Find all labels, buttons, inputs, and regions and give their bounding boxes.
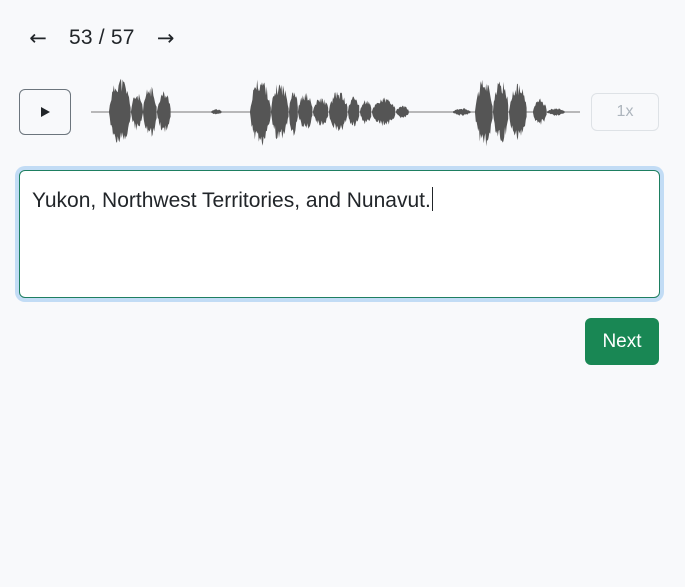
pagination: ← 53 / 57 →	[20, 22, 184, 54]
waveform-segment	[509, 83, 527, 141]
transcript-text: Yukon, Northwest Territories, and Nunavu…	[32, 189, 431, 212]
waveform-segment	[396, 105, 409, 119]
previous-item-button[interactable]: ←	[20, 22, 56, 54]
next-button[interactable]: Next	[585, 318, 659, 365]
waveform-segment	[250, 79, 271, 146]
play-button[interactable]	[19, 89, 71, 135]
waveform-segment	[143, 86, 157, 137]
waveform-segment	[372, 97, 396, 127]
waveform-segment	[360, 100, 372, 125]
waveform-segment	[313, 98, 329, 126]
waveform-segment	[289, 92, 298, 136]
waveform-segment	[271, 84, 289, 140]
waveform-segment	[475, 79, 493, 147]
item-counter: 53 / 57	[69, 26, 135, 49]
arrow-left-icon: ←	[29, 26, 47, 50]
waveform-segment	[157, 91, 171, 133]
waveform-segment	[329, 91, 348, 132]
waveform-segment	[211, 109, 222, 115]
waveform-segment	[109, 78, 131, 143]
waveform-segment	[131, 93, 143, 131]
waveform-segment	[493, 81, 509, 143]
text-cursor	[431, 187, 433, 211]
transcript-input[interactable]: Yukon, Northwest Territories, and Nunavu…	[19, 170, 660, 298]
waveform-segment	[298, 92, 313, 129]
playback-speed-button[interactable]: 1x	[591, 93, 659, 131]
next-item-button[interactable]: →	[148, 22, 184, 54]
waveform-segment	[348, 96, 360, 127]
waveform-segment	[547, 108, 565, 116]
arrow-right-icon: →	[156, 26, 175, 50]
waveform-segment	[453, 108, 471, 116]
audio-waveform[interactable]	[91, 72, 580, 152]
waveform-segment	[533, 98, 547, 125]
play-icon	[41, 107, 50, 117]
